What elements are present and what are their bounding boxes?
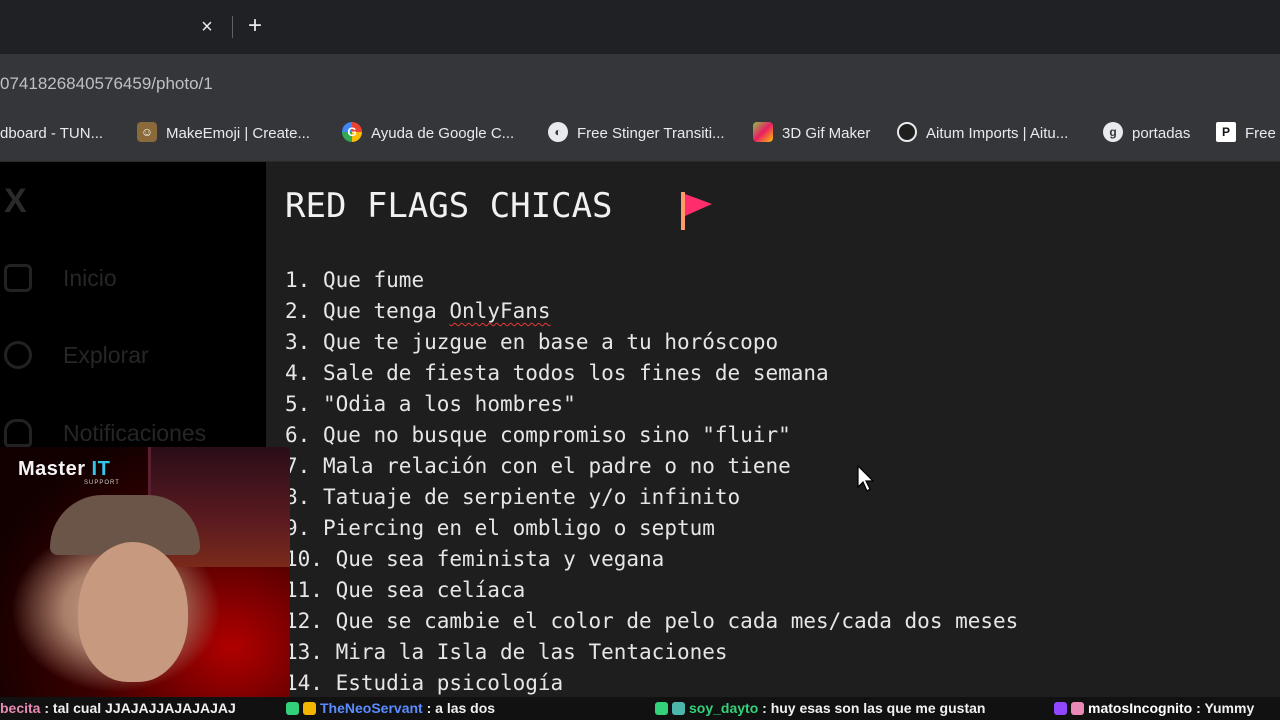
chat-badge-icon <box>655 701 668 715</box>
bookmark-portadas[interactable]: g portadas <box>1103 106 1190 161</box>
webcam-overlay <box>0 447 290 697</box>
bookmark-dashboard[interactable]: dboard - TUN... <box>0 106 103 161</box>
google-icon: G <box>342 122 362 143</box>
list-item: 8. Tatuaje de serpiente y/o infinito <box>285 485 741 509</box>
chat-ticker: becita : tal cual JJAJAJJAJAJAJAJ TheNeo… <box>0 697 1280 720</box>
list-item: 10. Que sea feminista y vegana <box>285 547 665 571</box>
list-item: 3. Que te juzgue en base a tu horóscopo <box>285 330 779 354</box>
bookmark-makeemoji[interactable]: ☺ MakeEmoji | Create... <box>137 106 310 161</box>
bookmark-label: Free <box>1245 125 1276 142</box>
photo-title: RED FLAGS CHICAS <box>285 186 613 226</box>
sidebar-item-label: Inicio <box>63 265 117 291</box>
bookmark-label: dboard - TUN... <box>0 125 104 142</box>
chat-badge-icon <box>1071 701 1084 715</box>
list-item: 5. "Odia a los hombres" <box>285 392 576 416</box>
chat-badge-icon <box>286 701 299 715</box>
mouse-cursor-icon <box>857 465 875 492</box>
new-tab-button[interactable]: + <box>244 13 266 39</box>
list-item: 12. Que se cambie el color de pelo cada … <box>285 609 1019 633</box>
chat-message: becita : tal cual JJAJAJJAJAJAJAJ <box>0 700 236 716</box>
list-item: 1. Que fume <box>285 268 425 292</box>
sidebar-item-label: Explorar <box>63 342 149 368</box>
master-it-logo-sub: SUPPORT <box>84 480 120 486</box>
list-item: 4. Sale de fiesta todos los fines de sem… <box>285 361 829 385</box>
master-it-logo: Master IT <box>18 458 111 480</box>
g-icon: g <box>1103 122 1123 143</box>
emoji-robot-icon: ☺ <box>137 122 157 143</box>
p-icon: P <box>1216 122 1236 143</box>
list-item: 11. Que sea celíaca <box>285 578 526 602</box>
x-logo[interactable]: X <box>4 182 27 221</box>
list-item: 14. Estudia psicología <box>285 671 564 695</box>
chat-message: TheNeoServant : a las dos <box>286 697 495 720</box>
bookmark-label: Ayuda de Google C... <box>371 125 515 142</box>
chat-badge-icon <box>672 701 685 715</box>
chat-message: matosIncognito : Yummy <box>1054 697 1254 720</box>
bell-icon <box>4 419 32 447</box>
bookmark-google-help[interactable]: G Ayuda de Google C... <box>342 106 514 161</box>
list-item: 7. Mala relación con el padre o no tiene <box>285 454 791 478</box>
bookmark-label: portadas <box>1132 125 1191 142</box>
list-item: 13. Mira la Isla de las Tentaciones <box>285 640 728 664</box>
streamer-face <box>78 542 188 682</box>
search-icon <box>4 341 32 369</box>
bookmark-label: 3D Gif Maker <box>782 125 871 142</box>
globe-icon: ◐ <box>548 122 568 143</box>
chat-badge-icon <box>1054 701 1067 715</box>
spellcheck-word: OnlyFans <box>449 299 551 323</box>
bookmark-label: MakeEmoji | Create... <box>166 125 310 142</box>
red-flag-icon <box>681 192 712 230</box>
list-item: 2. Que tenga OnlyFans <box>285 299 551 323</box>
bookmark-free[interactable]: P Free <box>1216 106 1276 161</box>
bookmark-3d-gif-maker[interactable]: 3D Gif Maker <box>753 106 870 161</box>
address-bar[interactable]: 0741826840576459/photo/1 <box>0 64 1280 104</box>
close-tab-icon[interactable]: × <box>196 14 218 40</box>
tab-strip: × + <box>0 0 1280 54</box>
aitum-icon <box>897 122 917 143</box>
list-item: 6. Que no busque compromiso sino "fluir" <box>285 423 791 447</box>
bookmark-label: Aitum Imports | Aitu... <box>926 125 1069 142</box>
bookmark-free-stinger[interactable]: ◐ Free Stinger Transiti... <box>548 106 725 161</box>
gif-maker-icon <box>753 122 773 143</box>
chat-message: soy_dayto : huy esas son las que me gust… <box>655 697 985 720</box>
chat-badge-icon <box>303 701 316 715</box>
tab-divider <box>232 16 233 38</box>
bookmark-aitum[interactable]: Aitum Imports | Aitu... <box>897 106 1068 161</box>
bookmark-label: Free Stinger Transiti... <box>577 125 725 142</box>
list-item: 9. Piercing en el ombligo o septum <box>285 516 715 540</box>
bookmarks-bar: dboard - TUN... ☺ MakeEmoji | Create... G… <box>0 106 1280 162</box>
home-icon <box>4 264 32 292</box>
